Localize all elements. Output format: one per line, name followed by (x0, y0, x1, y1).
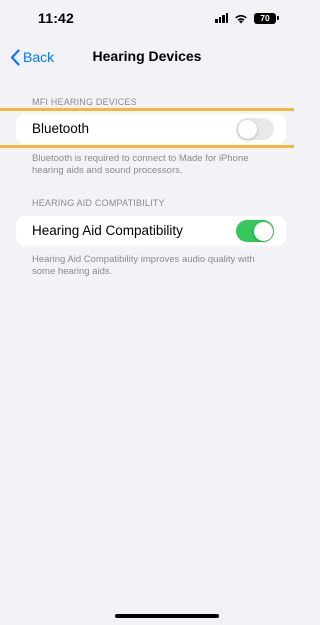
bluetooth-toggle[interactable] (236, 118, 274, 140)
hearing-aid-compatibility-label: Hearing Aid Compatibility (32, 223, 183, 238)
bluetooth-footer-text: Bluetooth is required to connect to Made… (32, 153, 249, 176)
wifi-icon (235, 14, 247, 23)
toggle-knob (253, 221, 273, 241)
navigation-bar: Back Hearing Devices (0, 36, 294, 80)
highlight-bottom-border (0, 145, 294, 148)
status-icons: 70 (215, 12, 279, 24)
status-bar: 11:42 70 (0, 0, 294, 36)
toggle-knob (237, 119, 257, 139)
battery-icon: 70 (254, 12, 279, 24)
section-header-hac: HEARING AID COMPATIBILITY (32, 198, 165, 208)
battery-level: 70 (260, 12, 270, 23)
hearing-aid-compatibility-toggle[interactable] (236, 220, 274, 242)
bluetooth-label: Bluetooth (32, 121, 90, 136)
bluetooth-row[interactable]: Bluetooth (16, 114, 286, 144)
page-title: Hearing Devices (92, 48, 202, 64)
status-time: 11:42 (38, 10, 75, 26)
cellular-signal-icon (215, 13, 228, 23)
highlight-top-border (0, 108, 294, 111)
section-header-mfi: MFI HEARING DEVICES (32, 97, 137, 107)
home-indicator[interactable] (115, 614, 219, 618)
hearing-aid-compatibility-row[interactable]: Hearing Aid Compatibility (16, 216, 286, 246)
hearing-aid-compatibility-footer-text: Hearing Aid Compatibility improves audio… (32, 254, 255, 277)
